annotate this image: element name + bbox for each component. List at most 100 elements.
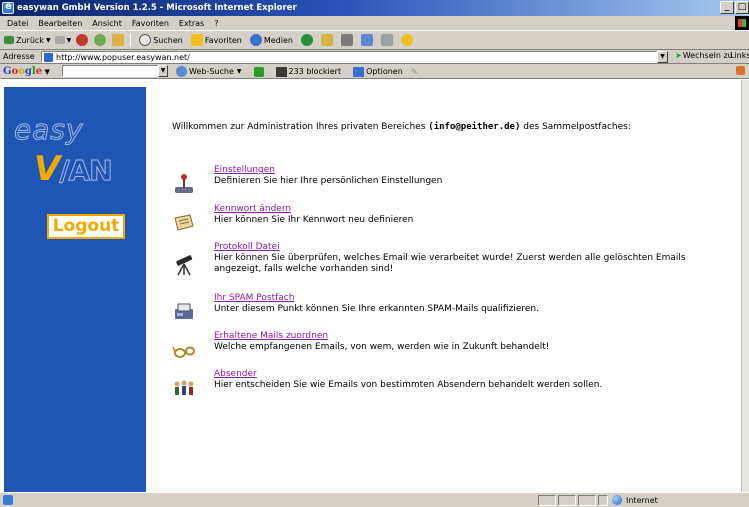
menu-datei[interactable]: Datei [7,19,28,28]
absender-link[interactable]: Absender [214,369,257,379]
search-icon [139,34,152,46]
print-icon[interactable] [340,34,353,46]
welcome-email: (info@peither.de) [428,122,521,132]
google-logo[interactable]: Google ▼ [3,66,50,77]
menu-extras[interactable]: Extras [179,19,204,28]
discuss-icon[interactable] [380,34,393,46]
search-button[interactable]: Suchen [139,34,183,46]
highlight-pen-icon[interactable]: ✎ [411,67,418,76]
protokoll-description: Hier können Sie überprüfen, welches Emai… [214,253,686,274]
easywan-logo-wan: V/AN [34,149,113,189]
standard-toolbar: Zurück ▼ ▼ Suchen Favoriten Medien [0,30,749,50]
window-controls: _ □ [719,1,749,14]
mail-icon[interactable] [320,34,333,46]
google-toolbar: Google ▼ ▼ Web-Suche ▼ 233 blockiert Opt… [0,64,749,79]
status-cell-2 [558,495,576,506]
easywan-logo-easy: easy [14,113,84,147]
zone-label: Internet [626,495,658,505]
menu-favoriten[interactable]: Favoriten [132,19,169,28]
address-input[interactable]: http://www.popuser.easywan.net/ [41,51,657,63]
google-search-input[interactable] [62,65,158,77]
web-page-content: easy V/AN Logout Willkommen zur Administ… [0,80,741,492]
welcome-before: Willkommen zur Administration Ihres priv… [172,122,429,132]
status-cell-3 [578,495,596,506]
windows-logo-icon [735,16,749,30]
address-dropdown-button[interactable]: ▼ [657,51,668,63]
security-zone: Internet [612,495,658,505]
status-bar: Internet [0,492,749,507]
favorites-label: Favoriten [204,35,242,45]
favorites-button[interactable]: Favoriten [190,34,242,46]
pagerank-icon[interactable] [253,66,264,77]
logout-button[interactable]: Logout [47,214,125,239]
glasses-icon [172,346,195,358]
ie-icon [2,1,14,14]
spam-link[interactable]: Ihr SPAM Postfach [214,293,294,303]
einstellungen-link[interactable]: Einstellungen [214,165,275,175]
status-cell-4 [598,495,608,506]
web-search-icon [176,66,187,77]
media-label: Medien [263,35,293,45]
menu-bearbeiten[interactable]: Bearbeiten [38,19,82,28]
stop-icon[interactable] [76,34,89,46]
back-dropdown-icon: ▼ [45,36,51,44]
fax-icon [175,303,193,319]
kennwort-link[interactable]: Kennwort ändern [214,204,291,214]
window-title: easywan GmbH Version 1.2.5 - Microsoft I… [17,3,297,13]
options-icon [353,66,365,77]
toolbar-separator [130,33,132,47]
joystick-icon [175,174,193,193]
google-search-dropdown[interactable]: ▼ [158,65,168,77]
address-url: http://www.popuser.easywan.net/ [56,52,190,62]
media-icon [249,34,262,46]
kennwort-description: Hier können Sie Ihr Kennwort neu definie… [214,215,414,225]
web-search-dropdown-icon[interactable]: ▼ [237,68,242,75]
maximize-button[interactable]: □ [735,1,749,14]
protokoll-link[interactable]: Protokoll Datei [214,242,280,252]
messenger-icon[interactable] [400,34,413,46]
people-icon [174,380,194,395]
go-arrow-icon: ➤ [675,51,682,60]
go-label: Wechseln zu [682,51,733,60]
favorites-star-icon [190,34,203,46]
internet-globe-icon [612,495,622,505]
google-toolbar-items: Web-Suche ▼ 233 blockiert Optionen ✎ [176,66,418,77]
forward-dropdown-icon: ▼ [66,36,72,44]
media-button[interactable]: Medien [249,34,293,46]
google-settings-icon[interactable] [736,66,745,75]
einstellungen-description: Definieren Sie hier Ihre persönlichen Ei… [214,176,443,186]
edit-icon[interactable] [360,34,373,46]
minimize-button[interactable]: _ [720,1,734,14]
address-label: Adresse [3,52,35,61]
menu-bar: Datei Bearbeiten Ansicht Favoriten Extra… [0,16,749,30]
menu-ansicht[interactable]: Ansicht [92,19,122,28]
back-button[interactable]: Zurück ▼ [4,36,51,45]
menu-help[interactable]: ? [214,19,218,28]
window-title-bar: easywan GmbH Version 1.2.5 - Microsoft I… [0,0,749,16]
welcome-after: des Sammelpostfaches: [520,122,631,132]
page-icon [44,52,53,62]
zuordnen-link[interactable]: Erhaltene Mails zuordnen [214,331,328,341]
search-label: Suchen [153,35,183,45]
popup-blocked-count[interactable]: 233 blockiert [289,67,342,76]
forward-arrow-icon [54,36,65,44]
go-button[interactable]: ➤ Wechseln zu [675,51,733,60]
back-arrow-icon [4,36,14,44]
links-button[interactable]: Links [730,51,749,60]
scroll-icon [174,214,194,231]
forward-button[interactable]: ▼ [54,36,72,44]
sidebar: easy V/AN Logout [4,87,146,492]
spam-description: Unter diesem Punkt können Sie Ihre erkan… [214,304,539,314]
back-label: Zurück [16,35,44,45]
welcome-text: Willkommen zur Administration Ihres priv… [172,122,631,132]
absender-description: Hier entscheiden Sie wie Emails von best… [214,380,603,390]
popup-blocker-icon [275,66,287,77]
refresh-icon[interactable] [94,34,107,46]
zuordnen-description: Welche empfangenen Emails, von wem, werd… [214,342,550,352]
history-icon[interactable] [300,34,313,46]
telescope-icon [176,255,193,276]
vertical-scrollbar[interactable] [741,80,749,492]
home-icon[interactable] [112,34,125,46]
options-button[interactable]: Optionen [366,67,403,76]
web-search-button[interactable]: Web-Suche [189,67,234,76]
